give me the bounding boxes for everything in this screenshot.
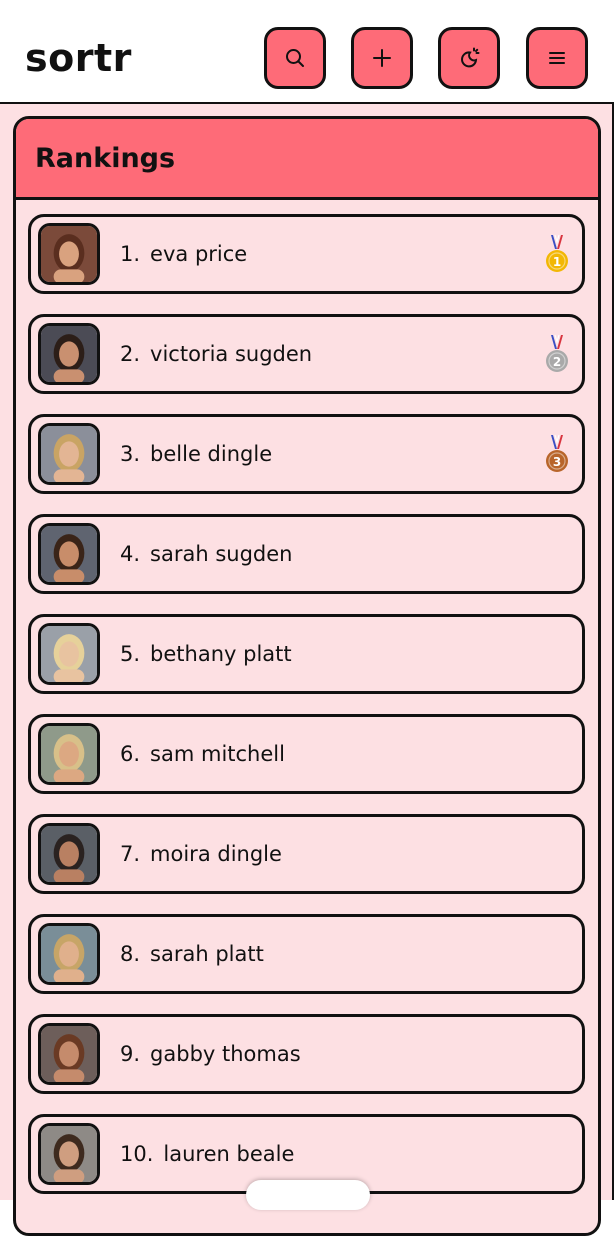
avatar	[38, 1123, 100, 1185]
rank-number: 5.	[120, 642, 141, 666]
rankings-title: Rankings	[35, 142, 176, 174]
avatar-image	[41, 726, 97, 782]
avatar	[38, 823, 100, 885]
hamburger-menu-icon	[549, 52, 565, 64]
theme-toggle-icon	[461, 47, 480, 68]
app-logo[interactable]: sortr	[25, 34, 132, 82]
avatar-image	[41, 926, 97, 982]
contestant-name: sarah platt	[150, 942, 264, 966]
avatar	[38, 623, 100, 685]
contestant-name: victoria sugden	[150, 342, 313, 366]
top-bar: sortr	[0, 0, 614, 104]
gold-medal-icon: 1	[544, 233, 570, 277]
page-background: Rankings 1. eva price 1 2. victoria sugden 2 3…	[0, 104, 614, 1236]
avatar	[38, 723, 100, 785]
svg-text:3: 3	[553, 455, 561, 469]
avatar	[38, 1023, 100, 1085]
theme-button[interactable]	[438, 27, 500, 89]
menu-button[interactable]	[526, 27, 588, 89]
avatar-image	[41, 626, 97, 682]
avatar-image	[41, 526, 97, 582]
ranking-item[interactable]: 1. eva price 1	[28, 214, 585, 294]
avatar-image	[41, 326, 97, 382]
ranking-item[interactable]: 5. bethany platt	[28, 614, 585, 694]
bottom-pill[interactable]	[246, 1180, 370, 1210]
add-button[interactable]	[351, 27, 413, 89]
contestant-name: sam mitchell	[150, 742, 285, 766]
avatar	[38, 423, 100, 485]
ranking-item[interactable]: 7. moira dingle	[28, 814, 585, 894]
ranking-item[interactable]: 4. sarah sugden	[28, 514, 585, 594]
avatar	[38, 323, 100, 385]
ranking-label: 2. victoria sugden	[120, 339, 312, 369]
avatar-image	[41, 426, 97, 482]
ranking-item[interactable]: 6. sam mitchell	[28, 714, 585, 794]
avatar	[38, 923, 100, 985]
contestant-name: bethany platt	[150, 642, 292, 666]
avatar-image	[41, 1026, 97, 1082]
contestant-name: belle dingle	[150, 442, 273, 466]
contestant-name: lauren beale	[163, 1142, 295, 1166]
bronze-medal-icon: 3	[544, 433, 570, 477]
contestant-name: sarah sugden	[150, 542, 293, 566]
avatar	[38, 223, 100, 285]
svg-text:1: 1	[553, 255, 561, 269]
ranking-label: 3. belle dingle	[120, 439, 272, 469]
rank-number: 4.	[120, 542, 141, 566]
search-button[interactable]	[264, 27, 326, 89]
rank-number: 2.	[120, 342, 141, 366]
rank-number: 1.	[120, 242, 141, 266]
ranking-label: 4. sarah sugden	[120, 539, 292, 569]
ranking-item[interactable]: 8. sarah platt	[28, 914, 585, 994]
avatar	[38, 523, 100, 585]
ranking-item[interactable]: 2. victoria sugden 2	[28, 314, 585, 394]
avatar-image	[41, 226, 97, 282]
contestant-name: eva price	[150, 242, 248, 266]
ranking-label: 1. eva price	[120, 239, 247, 269]
rankings-panel: Rankings 1. eva price 1 2. victoria sugden 2 3…	[13, 116, 601, 1236]
rank-number: 8.	[120, 942, 141, 966]
ranking-label: 8. sarah platt	[120, 939, 264, 969]
rank-number: 10.	[120, 1142, 154, 1166]
rank-number: 7.	[120, 842, 141, 866]
ranking-item[interactable]: 3. belle dingle 3	[28, 414, 585, 494]
ranking-item[interactable]: 9. gabby thomas	[28, 1014, 585, 1094]
avatar-image	[41, 1126, 97, 1182]
ranking-label: 6. sam mitchell	[120, 739, 285, 769]
contestant-name: gabby thomas	[150, 1042, 301, 1066]
ranking-label: 9. gabby thomas	[120, 1039, 301, 1069]
rank-number: 6.	[120, 742, 141, 766]
plus-icon	[373, 49, 391, 67]
ranking-label: 5. bethany platt	[120, 639, 292, 669]
rank-number: 9.	[120, 1042, 141, 1066]
silver-medal-icon: 2	[544, 333, 570, 377]
rankings-header: Rankings	[16, 119, 598, 200]
ranking-label: 7. moira dingle	[120, 839, 282, 869]
rank-number: 3.	[120, 442, 141, 466]
avatar-image	[41, 826, 97, 882]
contestant-name: moira dingle	[150, 842, 282, 866]
ranking-label: 10. lauren beale	[120, 1139, 294, 1169]
search-icon	[286, 49, 304, 67]
svg-text:2: 2	[553, 355, 561, 369]
